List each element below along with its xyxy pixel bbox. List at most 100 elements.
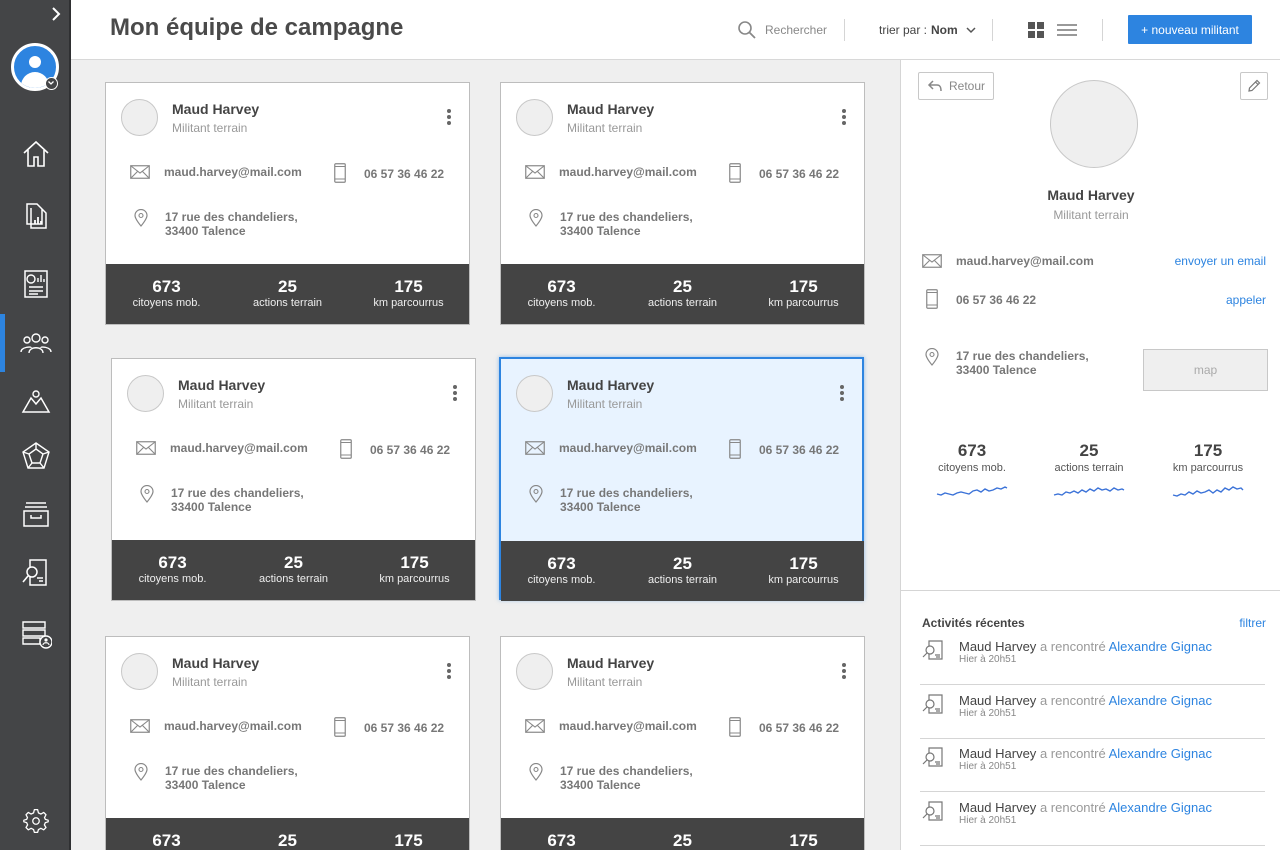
activity-target-link[interactable]: Alexandre Gignac — [1109, 800, 1212, 815]
send-email-link[interactable]: envoyer un email — [1175, 254, 1266, 268]
stat-label: citoyens mob. — [527, 297, 596, 309]
stat-citizens: 673citoyens mob. — [112, 540, 233, 600]
archive-tray-icon — [22, 502, 49, 527]
member-email[interactable]: maud.harvey@mail.com — [164, 165, 302, 179]
phone-icon — [340, 439, 352, 459]
back-button[interactable]: Retour — [918, 72, 994, 100]
sidebar-item-database[interactable] — [0, 606, 71, 662]
mail-icon — [130, 719, 150, 733]
member-email[interactable]: maud.harvey@mail.com — [559, 441, 697, 455]
member-card-selected[interactable]: Maud Harvey Militant terrain maud.harvey… — [499, 357, 864, 601]
divider — [992, 19, 993, 41]
sidebar-item-network[interactable] — [0, 428, 71, 484]
activity-item: Maud Harvey a rencontré Alexandre Gignac… — [920, 686, 1265, 739]
more-options-icon[interactable] — [840, 385, 844, 403]
activity-verb: a rencontré — [1039, 639, 1106, 654]
team-icon — [19, 333, 52, 354]
activity-text: Maud Harvey a rencontré Alexandre Gignac — [959, 693, 1212, 708]
member-grid: Maud Harvey Militant terrain maud.harvey… — [71, 60, 900, 850]
member-card[interactable]: Maud Harvey Militant terrain maud.harvey… — [111, 358, 476, 601]
stat-value: 175 — [394, 277, 423, 296]
member-email[interactable]: maud.harvey@mail.com — [164, 719, 302, 733]
member-card[interactable]: Maud Harvey Militant terrain maud.harvey… — [500, 636, 865, 850]
activity-target-link[interactable]: Alexandre Gignac — [1109, 693, 1212, 708]
stat-value: 175 — [789, 277, 818, 296]
member-phone[interactable]: 06 57 36 46 22 — [370, 443, 450, 457]
member-phone[interactable]: 06 57 36 46 22 — [759, 721, 839, 735]
list-view-icon[interactable] — [1057, 22, 1077, 38]
meeting-document-icon — [922, 640, 943, 660]
member-card[interactable]: Maud Harvey Militant terrain maud.harvey… — [500, 82, 865, 325]
member-role: Militant terrain — [567, 121, 643, 135]
chevron-down-icon — [966, 27, 976, 34]
stat-label: citoyens mob. — [938, 462, 1006, 474]
member-stats: 673citoyens mob.25actions terrain175km p… — [501, 818, 864, 850]
call-link[interactable]: appeler — [1226, 293, 1266, 307]
avatar — [121, 653, 158, 690]
member-phone[interactable]: 06 57 36 46 22 — [364, 721, 444, 735]
member-role: Militant terrain — [567, 397, 643, 411]
meeting-document-icon — [922, 747, 943, 767]
phone-icon — [729, 439, 741, 459]
sidebar-item-dashboard[interactable] — [0, 256, 71, 312]
more-options-icon[interactable] — [842, 663, 846, 681]
member-email[interactable]: maud.harvey@mail.com — [559, 719, 697, 733]
report-files-icon — [25, 203, 47, 229]
search-input[interactable]: Rechercher — [737, 20, 827, 40]
member-email[interactable]: maud.harvey@mail.com — [170, 441, 308, 455]
activity-target-link[interactable]: Alexandre Gignac — [1109, 639, 1212, 654]
search-document-icon — [21, 559, 47, 586]
stat-value: 25 — [278, 277, 297, 296]
avatar — [516, 375, 553, 412]
mail-icon — [525, 165, 545, 179]
stat-km: 175km parcourrus — [348, 264, 469, 324]
stat-value: 25 — [673, 831, 692, 850]
gear-icon — [22, 808, 49, 834]
sidebar-item-map[interactable] — [0, 372, 71, 428]
stat-value: 175 — [789, 554, 818, 573]
sidebar-item-archive[interactable] — [0, 486, 71, 542]
stat-citizens: 673citoyens mob. — [501, 818, 622, 850]
edit-button[interactable] — [1240, 72, 1268, 100]
activity-item: Maud Harvey a rencontré Alexandre Gignac… — [920, 793, 1265, 846]
member-card[interactable]: Maud Harvey Militant terrain maud.harvey… — [105, 636, 470, 850]
sidebar-item-reports[interactable] — [0, 188, 71, 244]
phone-icon — [334, 163, 346, 183]
sidebar-item-team[interactable] — [0, 314, 71, 372]
detail-stat-km: 175 km parcourrus — [1158, 440, 1258, 498]
stat-actions: 25actions terrain — [622, 818, 743, 850]
map-button[interactable]: map — [1143, 349, 1268, 391]
member-card[interactable]: Maud Harvey Militant terrain maud.harvey… — [105, 82, 470, 325]
sidebar-item-settings[interactable] — [0, 793, 71, 849]
member-phone[interactable]: 06 57 36 46 22 — [759, 167, 839, 181]
sidebar-item-home[interactable] — [0, 126, 71, 182]
stat-label: citoyens mob. — [527, 574, 596, 586]
stat-label: km parcourrus — [1172, 462, 1244, 474]
more-options-icon[interactable] — [842, 109, 846, 127]
stat-label: actions terrain — [647, 297, 718, 309]
grid-view-icon[interactable] — [1028, 22, 1044, 38]
expand-chevron-icon[interactable] — [49, 6, 63, 22]
new-militant-button[interactable]: + nouveau militant — [1128, 15, 1252, 44]
more-options-icon[interactable] — [447, 663, 451, 681]
location-pin-icon — [529, 209, 543, 227]
stat-value: 673 — [957, 441, 987, 460]
activity-target-link[interactable]: Alexandre Gignac — [1109, 746, 1212, 761]
more-options-icon[interactable] — [447, 109, 451, 127]
sidebar-item-search-docs[interactable] — [0, 544, 71, 600]
activity-time: Hier à 20h51 — [959, 815, 1017, 826]
member-detail-panel: Retour Maud Harvey Militant terrain maud… — [900, 60, 1280, 590]
member-phone[interactable]: 06 57 36 46 22 — [364, 167, 444, 181]
mail-icon — [525, 719, 545, 733]
more-options-icon[interactable] — [453, 385, 457, 403]
member-name: Maud Harvey — [567, 655, 655, 671]
member-name: Maud Harvey — [567, 101, 655, 117]
member-phone[interactable]: 06 57 36 46 22 — [759, 443, 839, 457]
stat-value: 25 — [673, 554, 692, 573]
activity-time: Hier à 20h51 — [959, 761, 1017, 772]
stat-value: 673 — [547, 554, 576, 573]
sort-dropdown[interactable]: trier par : Nom — [879, 23, 977, 37]
member-email[interactable]: maud.harvey@mail.com — [559, 165, 697, 179]
filter-link[interactable]: filtrer — [1239, 616, 1266, 630]
avatar-chevron-icon[interactable] — [45, 77, 58, 90]
